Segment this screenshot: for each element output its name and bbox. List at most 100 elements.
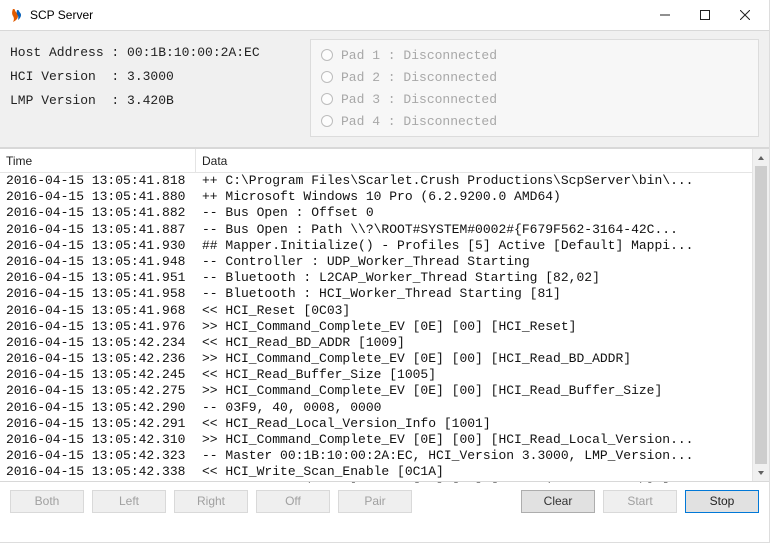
off-button: Off <box>256 490 330 513</box>
log-row[interactable]: 2016-04-15 13:05:41.976>> HCI_Command_Co… <box>0 319 769 335</box>
log-data: -- Master 00:1B:10:00:2A:EC, HCI_Version… <box>196 448 769 464</box>
minimize-button[interactable] <box>645 1 685 29</box>
log-time: 2016-04-15 13:05:42.355 <box>0 481 196 483</box>
log-data: >> HCI_Command_Complete_EV [0E] [00] [HC… <box>196 383 769 399</box>
log-row[interactable]: 2016-04-15 13:05:41.968<< HCI_Reset [0C0… <box>0 303 769 319</box>
host-address-value: 00:1B:10:00:2A:EC <box>127 45 260 60</box>
log-time: 2016-04-15 13:05:42.236 <box>0 351 196 367</box>
host-address-label: Host Address : <box>10 45 127 60</box>
log-row[interactable]: 2016-04-15 13:05:42.355>> HCI_Command_Co… <box>0 481 769 483</box>
log-data: ++ C:\Program Files\Scarlet.Crush Produc… <box>196 173 769 189</box>
connection-info: Host Address : 00:1B:10:00:2A:EC HCI Ver… <box>10 39 300 137</box>
log-time: 2016-04-15 13:05:41.976 <box>0 319 196 335</box>
pad-2-label: Pad 2 : Disconnected <box>341 70 497 85</box>
log-row[interactable]: 2016-04-15 13:05:42.290-- 03F9, 40, 0008… <box>0 400 769 416</box>
pad-4-row: Pad 4 : Disconnected <box>321 110 748 132</box>
log-grid: Time Data 2016-04-15 13:05:41.818++ C:\P… <box>0 148 769 482</box>
pad-2-row: Pad 2 : Disconnected <box>321 66 748 88</box>
header-panel: Host Address : 00:1B:10:00:2A:EC HCI Ver… <box>0 30 769 148</box>
scroll-up-icon[interactable] <box>753 149 769 166</box>
titlebar: SCP Server <box>0 0 769 30</box>
log-data: << HCI_Read_Buffer_Size [1005] <box>196 367 769 383</box>
pad-4-label: Pad 4 : Disconnected <box>341 114 497 129</box>
stop-button[interactable]: Stop <box>685 490 759 513</box>
log-time: 2016-04-15 13:05:42.291 <box>0 416 196 432</box>
log-row[interactable]: 2016-04-15 13:05:41.951-- Bluetooth : L2… <box>0 270 769 286</box>
log-row[interactable]: 2016-04-15 13:05:42.310>> HCI_Command_Co… <box>0 432 769 448</box>
log-data: ## Mapper.Initialize() - Profiles [5] Ac… <box>196 238 769 254</box>
pad-1-label: Pad 1 : Disconnected <box>341 48 497 63</box>
scrollbar-thumb[interactable] <box>755 166 767 464</box>
log-data: >> HCI_Command_Complete_EV [0E] [00] [HC… <box>196 432 769 448</box>
close-button[interactable] <box>725 1 765 29</box>
log-data: >> HCI_Command_Complete_EV [0E] [00] [HC… <box>196 351 769 367</box>
log-row[interactable]: 2016-04-15 13:05:41.948-- Controller : U… <box>0 254 769 270</box>
pad-1-radio[interactable] <box>321 49 333 61</box>
log-row[interactable]: 2016-04-15 13:05:42.245<< HCI_Read_Buffe… <box>0 367 769 383</box>
log-row[interactable]: 2016-04-15 13:05:42.291<< HCI_Read_Local… <box>0 416 769 432</box>
log-data: << HCI_Reset [0C03] <box>196 303 769 319</box>
log-row[interactable]: 2016-04-15 13:05:41.882-- Bus Open : Off… <box>0 205 769 221</box>
log-data: ++ Microsoft Windows 10 Pro (6.2.9200.0 … <box>196 189 769 205</box>
log-row[interactable]: 2016-04-15 13:05:42.323-- Master 00:1B:1… <box>0 448 769 464</box>
pad-3-row: Pad 3 : Disconnected <box>321 88 748 110</box>
log-time: 2016-04-15 13:05:41.958 <box>0 286 196 302</box>
log-row[interactable]: 2016-04-15 13:05:41.818++ C:\Program Fil… <box>0 173 769 189</box>
log-data: >> HCI_Command_Complete_EV [0E] [00] [HC… <box>196 319 769 335</box>
log-row[interactable]: 2016-04-15 13:05:41.930## Mapper.Initial… <box>0 238 769 254</box>
scroll-down-icon[interactable] <box>753 464 769 481</box>
scrollbar-track[interactable] <box>753 166 769 464</box>
log-time: 2016-04-15 13:05:41.818 <box>0 173 196 189</box>
right-button: Right <box>174 490 248 513</box>
log-time: 2016-04-15 13:05:42.234 <box>0 335 196 351</box>
log-row[interactable]: 2016-04-15 13:05:41.887-- Bus Open : Pat… <box>0 222 769 238</box>
log-time: 2016-04-15 13:05:42.310 <box>0 432 196 448</box>
log-row[interactable]: 2016-04-15 13:05:41.958-- Bluetooth : HC… <box>0 286 769 302</box>
log-time: 2016-04-15 13:05:41.882 <box>0 205 196 221</box>
column-header-time[interactable]: Time <box>0 149 196 172</box>
app-icon <box>8 7 24 23</box>
pad-3-radio[interactable] <box>321 93 333 105</box>
log-row[interactable]: 2016-04-15 13:05:42.338<< HCI_Write_Scan… <box>0 464 769 480</box>
log-data: -- Bluetooth : HCI_Worker_Thread Startin… <box>196 286 769 302</box>
log-row[interactable]: 2016-04-15 13:05:42.234<< HCI_Read_BD_AD… <box>0 335 769 351</box>
log-data: << HCI_Read_Local_Version_Info [1001] <box>196 416 769 432</box>
window-title: SCP Server <box>30 8 645 22</box>
log-time: 2016-04-15 13:05:41.880 <box>0 189 196 205</box>
log-time: 2016-04-15 13:05:42.323 <box>0 448 196 464</box>
log-time: 2016-04-15 13:05:41.968 <box>0 303 196 319</box>
log-row[interactable]: 2016-04-15 13:05:42.275>> HCI_Command_Co… <box>0 383 769 399</box>
pad-2-radio[interactable] <box>321 71 333 83</box>
log-data: -- Bus Open : Path \\?\ROOT#SYSTEM#0002#… <box>196 222 769 238</box>
log-time: 2016-04-15 13:05:42.290 <box>0 400 196 416</box>
log-time: 2016-04-15 13:05:41.951 <box>0 270 196 286</box>
pad-1-row: Pad 1 : Disconnected <box>321 44 748 66</box>
maximize-button[interactable] <box>685 1 725 29</box>
log-time: 2016-04-15 13:05:42.338 <box>0 464 196 480</box>
log-time: 2016-04-15 13:05:42.245 <box>0 367 196 383</box>
log-time: 2016-04-15 13:05:41.948 <box>0 254 196 270</box>
log-row[interactable]: 2016-04-15 13:05:41.880++ Microsoft Wind… <box>0 189 769 205</box>
grid-body[interactable]: 2016-04-15 13:05:41.818++ C:\Program Fil… <box>0 173 769 483</box>
log-data: -- Controller : UDP_Worker_Thread Starti… <box>196 254 769 270</box>
log-data: -- Bus Open : Offset 0 <box>196 205 769 221</box>
start-button: Start <box>603 490 677 513</box>
lmp-version-value: 3.420B <box>127 93 174 108</box>
log-data: << HCI_Write_Scan_Enable [0C1A] <box>196 464 769 480</box>
vertical-scrollbar[interactable] <box>752 149 769 481</box>
left-button: Left <box>92 490 166 513</box>
log-data: -- 03F9, 40, 0008, 0000 <box>196 400 769 416</box>
log-time: 2016-04-15 13:05:41.930 <box>0 238 196 254</box>
column-header-data[interactable]: Data <box>196 149 769 172</box>
log-time: 2016-04-15 13:05:42.275 <box>0 383 196 399</box>
log-data: << HCI_Read_BD_ADDR [1009] <box>196 335 769 351</box>
both-button: Both <box>10 490 84 513</box>
pad-4-radio[interactable] <box>321 115 333 127</box>
pad-3-label: Pad 3 : Disconnected <box>341 92 497 107</box>
log-data: >> HCI_Command_Complete_EV [0E] [00] [HC… <box>196 481 769 483</box>
log-row[interactable]: 2016-04-15 13:05:42.236>> HCI_Command_Co… <box>0 351 769 367</box>
clear-button[interactable]: Clear <box>521 490 595 513</box>
hci-version-label: HCI Version : <box>10 69 127 84</box>
hci-version-value: 3.3000 <box>127 69 174 84</box>
grid-header: Time Data <box>0 149 769 173</box>
